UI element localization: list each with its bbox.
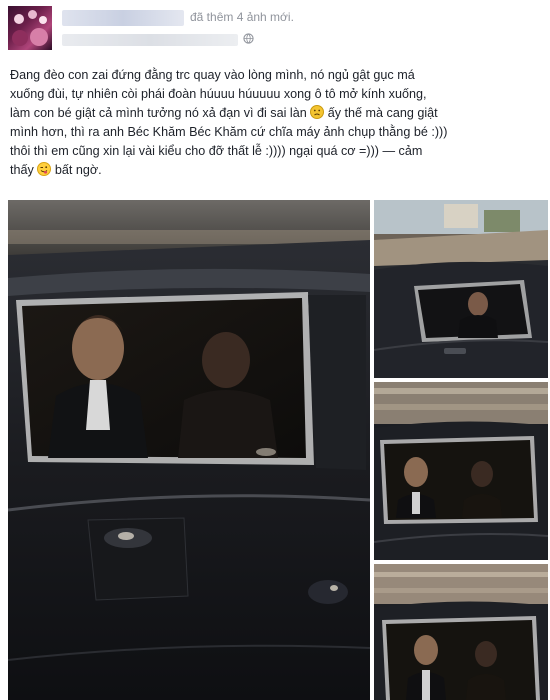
post-text-line: Đang đèo con zai đứng đằng trc quay vào … (10, 68, 415, 82)
post-text-line: thôi thì em cũng xin lại vài kiểu cho đỡ… (10, 144, 423, 158)
photo-grid (8, 200, 548, 700)
post-action-text: đã thêm 4 ảnh mới. (190, 10, 294, 24)
post-text-segment: ấy thế mà cang giật (327, 106, 438, 120)
post-text-line: xuống đùi, tự nhiên còi phái đoàn húuuu … (10, 87, 427, 101)
post-message: Đang đèo con zai đứng đằng trc quay vào … (10, 66, 542, 180)
feeling-label: thấy (10, 163, 34, 177)
post-text-segment: làm con bé giật cả mình tưởng nó xả đạn … (10, 106, 307, 120)
car-photo-image (8, 200, 370, 700)
author-name-redacted[interactable] (62, 10, 184, 26)
post-photo-4[interactable] (374, 564, 548, 700)
avatar[interactable] (8, 6, 52, 50)
tongue-out-emoji-icon (37, 162, 52, 176)
post-text-line: mình hơn, thì ra anh Béc Khăm Béc Khăm c… (10, 125, 448, 139)
post-timestamp-redacted[interactable] (62, 34, 238, 46)
car-photo-image (374, 382, 548, 560)
sad-face-emoji-icon (310, 105, 325, 119)
feeling-value[interactable]: bất ngờ. (55, 163, 102, 177)
post-photo-main[interactable] (8, 200, 370, 700)
post-header: đã thêm 4 ảnh mới. (0, 0, 550, 60)
car-photo-image (374, 564, 548, 700)
post-text-line: thấy bất ngờ. (10, 161, 542, 180)
post-photo-3[interactable] (374, 382, 548, 560)
globe-icon[interactable] (243, 33, 254, 44)
post-photo-2[interactable] (374, 200, 548, 378)
car-photo-image (374, 200, 548, 378)
post-text-line: làm con bé giật cả mình tưởng nó xả đạn … (10, 104, 542, 123)
